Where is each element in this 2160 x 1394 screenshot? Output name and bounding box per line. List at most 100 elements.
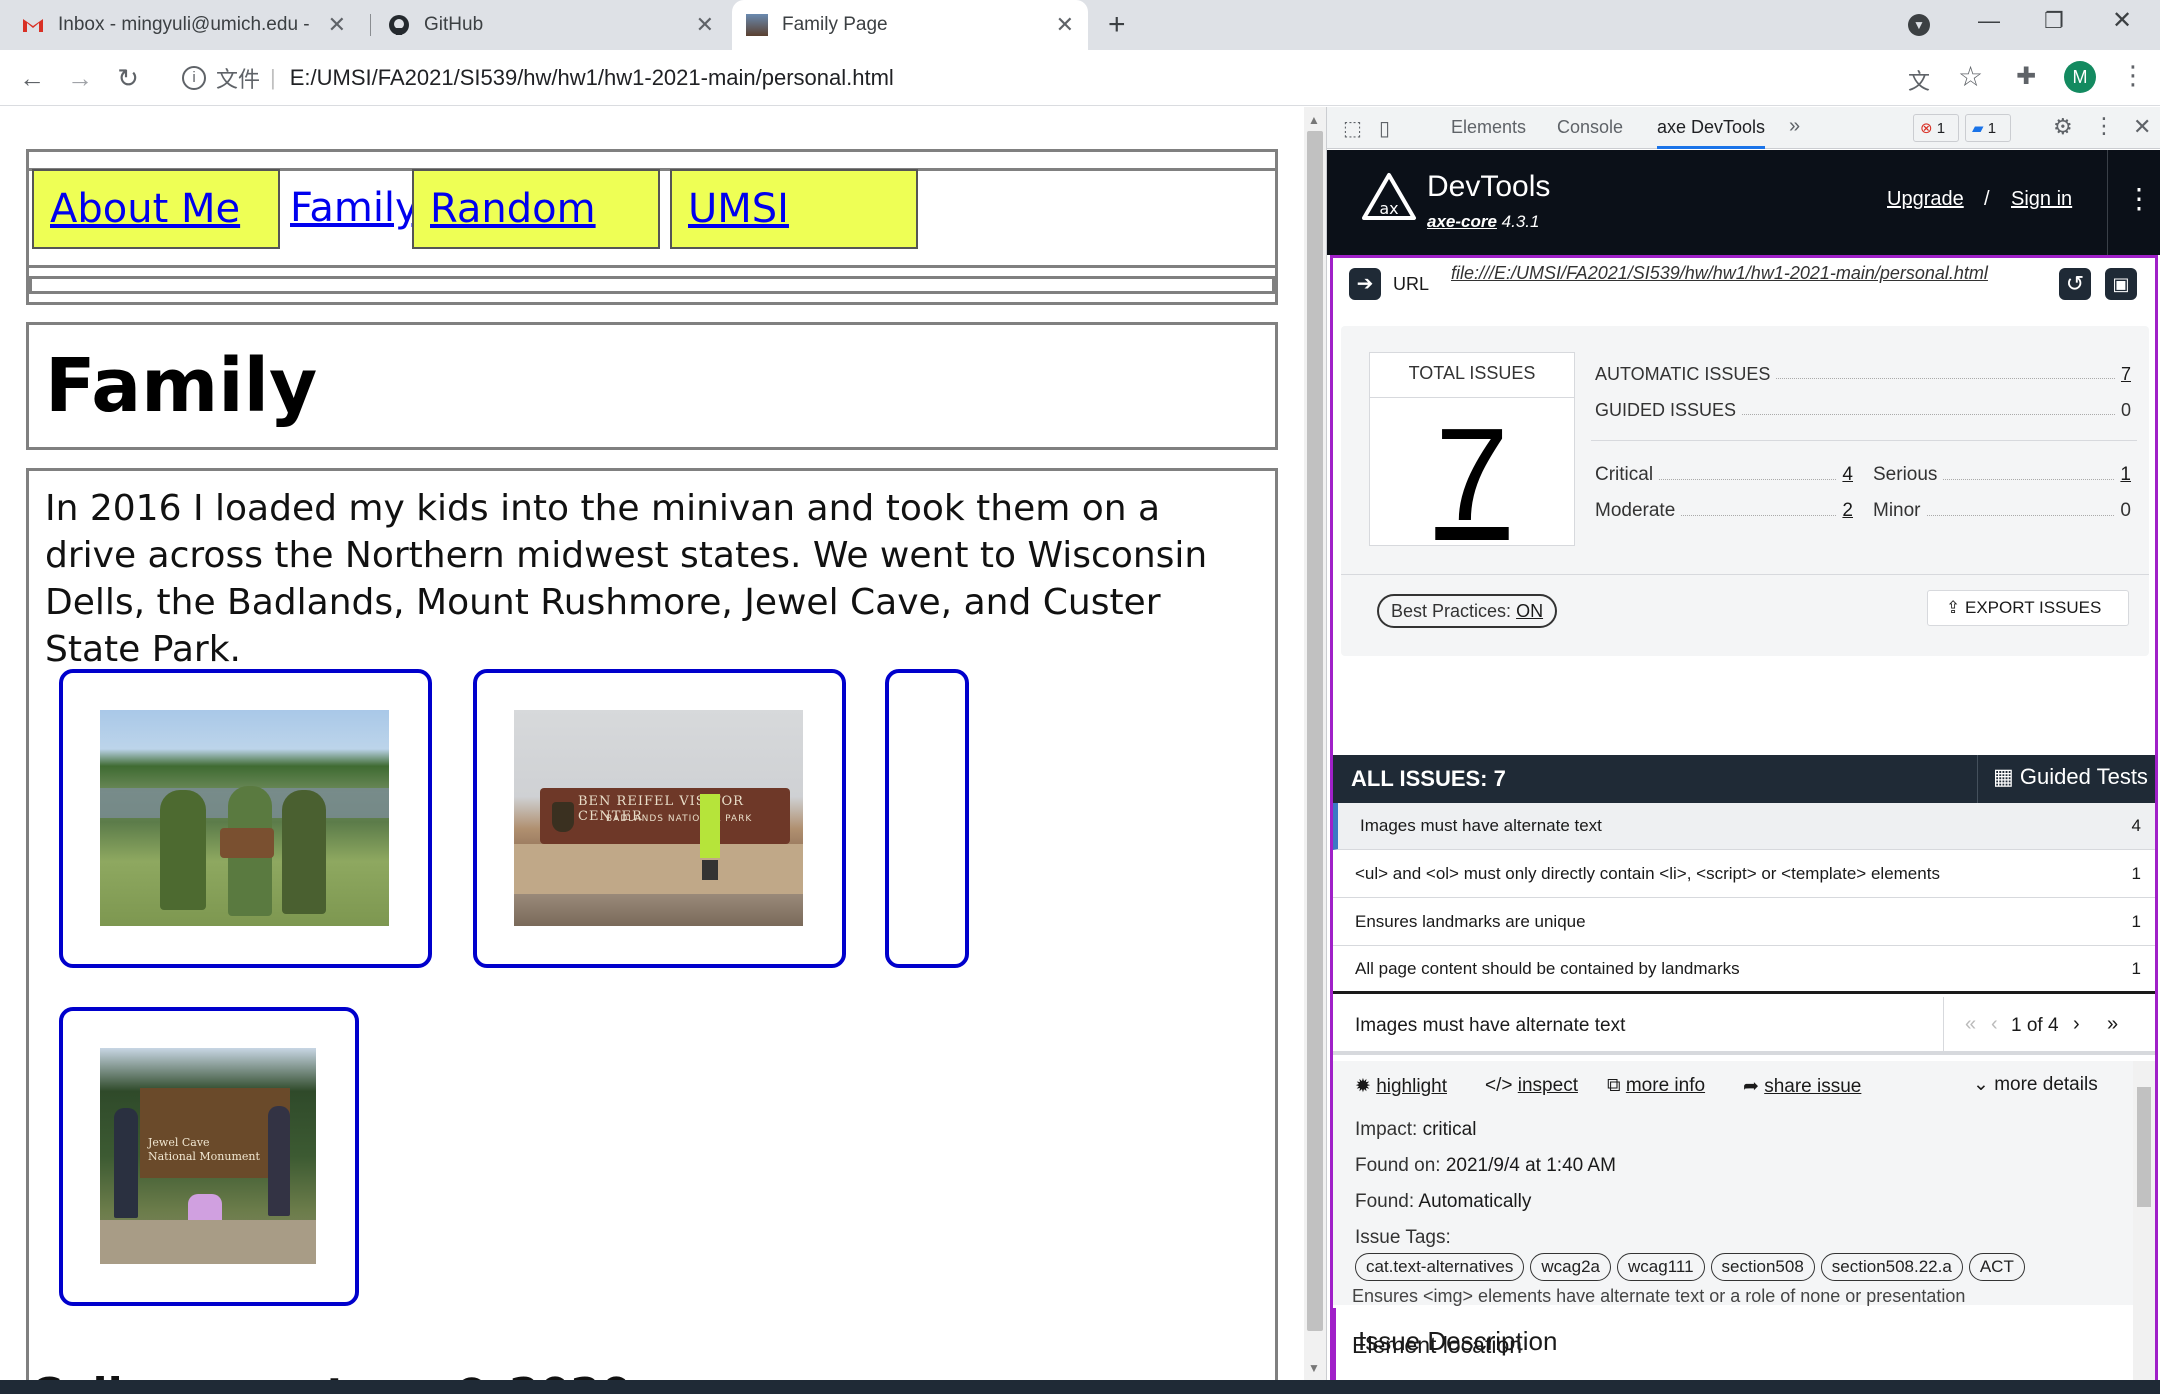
close-devtools-icon[interactable]: ✕: [2133, 114, 2151, 140]
inspect-action[interactable]: </> inspect: [1485, 1075, 1578, 1097]
scanned-url[interactable]: file:///E:/UMSI/FA2021/SI539/hw/hw1/hw1-…: [1451, 262, 2041, 284]
photo-card-1: [59, 669, 432, 968]
share-issue-action[interactable]: ➦ share issue: [1743, 1075, 1861, 1098]
next-page-icon[interactable]: ›: [2073, 1013, 2080, 1036]
issue-row-landmarks-unique[interactable]: Ensures landmarks are unique 1: [1333, 899, 2155, 946]
device-toolbar-icon[interactable]: ▯: [1379, 116, 1390, 141]
guided-row: GUIDED ISSUES 0: [1595, 400, 2131, 420]
total-issues-box: TOTAL ISSUES 7: [1369, 352, 1575, 546]
back-arrow-icon[interactable]: ➔: [1349, 268, 1381, 300]
badlands-sign-photo: BEN REIFEL VISITOR CENTER BADLANDS NATIO…: [514, 710, 803, 926]
tab-search-icon[interactable]: ▼: [1908, 14, 1930, 36]
tab-family-page[interactable]: Family Page ✕: [732, 0, 1088, 50]
chevron-down-icon: ⌄: [1973, 1074, 1989, 1095]
devtools-panel: ⬚ ▯ Elements Console axe DevTools » ⊗ 1 …: [1326, 107, 2160, 1383]
tag-chip: wcag2a: [1530, 1253, 1612, 1281]
upgrade-link[interactable]: Upgrade: [1887, 188, 1964, 211]
tab-title: GitHub: [424, 14, 484, 35]
serious-row: Serious 1: [1873, 464, 2131, 485]
tab-gmail[interactable]: Inbox - mingyuli@umich.edu - ✕: [22, 0, 360, 50]
minor-row: Minor 0: [1873, 500, 2131, 521]
photo-sign-text: Jewel Cave: [148, 1136, 210, 1149]
prev-page-icon[interactable]: ‹: [1991, 1013, 1998, 1036]
errors-badge[interactable]: ⊗ 1: [1913, 114, 1959, 142]
total-issues-count[interactable]: 7: [1370, 405, 1574, 545]
photo-card-3-empty: [885, 669, 969, 968]
os-taskbar: [0, 1380, 2160, 1394]
issue-row-landmarks-content[interactable]: All page content should be contained by …: [1333, 947, 2155, 994]
last-page-icon[interactable]: »: [2107, 1013, 2118, 1036]
tab-console[interactable]: Console: [1557, 117, 1623, 138]
tab-axe-devtools[interactable]: axe DevTools: [1657, 117, 1766, 149]
page-scrollbar-thumb[interactable]: [1307, 131, 1323, 1331]
minimize-icon[interactable]: —: [1978, 8, 2000, 34]
more-tabs-icon[interactable]: »: [1789, 115, 1800, 138]
moderate-row: Moderate 2: [1595, 500, 1853, 521]
nav-family[interactable]: Family: [290, 185, 419, 231]
summary-card: TOTAL ISSUES 7 AUTOMATIC ISSUES 7 GUIDED …: [1341, 326, 2149, 656]
save-icon[interactable]: ▣: [2105, 268, 2137, 300]
highlight-action[interactable]: ✹ highlight: [1355, 1075, 1447, 1098]
devtools-menu-icon[interactable]: ⋮: [2093, 113, 2115, 139]
content-box: In 2016 I loaded my kids into the miniva…: [26, 468, 1278, 1394]
detail-scrollbar-thumb[interactable]: [2137, 1087, 2151, 1207]
element-location-heading: Element location: [1352, 1332, 1523, 1358]
close-tab-icon[interactable]: ✕: [1056, 12, 1074, 38]
forward-icon[interactable]: →: [60, 58, 100, 98]
axe-menu-icon[interactable]: ⋮: [2125, 182, 2153, 215]
guided-tests-button[interactable]: ▦ Guided Tests: [1993, 764, 2148, 790]
close-tab-icon[interactable]: ✕: [328, 12, 346, 38]
tag-chip: cat.text-alternatives: [1355, 1253, 1525, 1281]
address-bar[interactable]: i 文件 | E:/UMSI/FA2021/SI539/hw/hw1/hw1-2…: [160, 55, 1890, 101]
page-scrollbar[interactable]: ▲ ▼: [1304, 107, 1326, 1380]
tag-chip: wcag111: [1617, 1253, 1705, 1281]
axe-title: DevTools: [1427, 170, 1551, 203]
svg-text:ax: ax: [1379, 199, 1398, 218]
more-info-action[interactable]: ⧉ more info: [1607, 1075, 1705, 1097]
photo-sign-subtext: BADLANDS NATIONAL PARK: [606, 814, 753, 824]
nav-about-me[interactable]: About Me: [32, 169, 280, 249]
bookmark-star-icon[interactable]: ☆: [1958, 60, 1983, 93]
issue-actions-bar: ✹ highlight </> inspect ⧉ more info ➦ sh…: [1333, 1061, 2133, 1113]
back-icon[interactable]: ←: [12, 58, 52, 98]
all-issues-label: ALL ISSUES: 7: [1351, 766, 1506, 791]
sign-in-link[interactable]: Sign in: [2011, 188, 2072, 211]
best-practices-toggle[interactable]: Best Practices: ON: [1377, 594, 1558, 628]
issue-description-text: Ensures <img> elements have alternate te…: [1352, 1286, 1966, 1306]
tab-github[interactable]: GitHub ✕: [388, 0, 728, 50]
web-page: About Me Family Random UMSI Family In 20…: [0, 107, 1300, 1394]
nav-random[interactable]: Random: [412, 169, 660, 249]
restore-icon[interactable]: ❐: [2044, 8, 2064, 34]
settings-gear-icon[interactable]: ⚙: [2053, 114, 2073, 140]
address-text: E:/UMSI/FA2021/SI539/hw/hw1/hw1-2021-mai…: [289, 65, 894, 90]
photo-card-2: BEN REIFEL VISITOR CENTER BADLANDS NATIO…: [473, 669, 846, 968]
messages-badge[interactable]: ▰ 1: [1965, 114, 2011, 142]
more-details-toggle[interactable]: ⌄ more details: [1973, 1073, 2098, 1096]
menu-kebab-icon[interactable]: ⋮: [2120, 60, 2146, 91]
issue-row-list-structure[interactable]: <ul> and <ol> must only directly contain…: [1333, 851, 2155, 898]
info-icon[interactable]: i: [182, 66, 206, 90]
reload-icon[interactable]: ↻: [108, 58, 148, 98]
share-icon: ➦: [1743, 1076, 1759, 1097]
close-tab-icon[interactable]: ✕: [696, 12, 714, 38]
heading-box: Family: [26, 322, 1278, 450]
nav-umsi[interactable]: UMSI: [670, 169, 918, 249]
photo-sign-text: National Monument: [148, 1150, 260, 1163]
error-icon: ⊗: [1920, 120, 1933, 137]
detail-scrollbar[interactable]: [2133, 1061, 2155, 1383]
inspect-element-icon[interactable]: ⬚: [1343, 116, 1362, 141]
tag-chip: section508: [1710, 1253, 1815, 1281]
profile-avatar[interactable]: M: [2064, 61, 2096, 93]
tab-elements[interactable]: Elements: [1451, 117, 1526, 138]
translate-icon[interactable]: ⽂: [1908, 64, 1930, 96]
first-page-icon[interactable]: «: [1965, 1013, 1976, 1036]
extensions-icon[interactable]: ✚: [2016, 62, 2036, 91]
external-link-icon: ⧉: [1607, 1075, 1621, 1096]
devtools-tab-bar: ⬚ ▯ Elements Console axe DevTools » ⊗ 1 …: [1327, 107, 2160, 149]
rescan-icon[interactable]: ↺: [2059, 268, 2091, 300]
address-prefix: 文件: [216, 67, 261, 92]
new-tab-icon[interactable]: +: [1108, 8, 1126, 42]
close-window-icon[interactable]: ✕: [2112, 6, 2132, 35]
issue-row-images-alt[interactable]: Images must have alternate text 4: [1333, 803, 2155, 850]
export-issues-button[interactable]: ⇪ EXPORT ISSUES: [1927, 590, 2129, 626]
